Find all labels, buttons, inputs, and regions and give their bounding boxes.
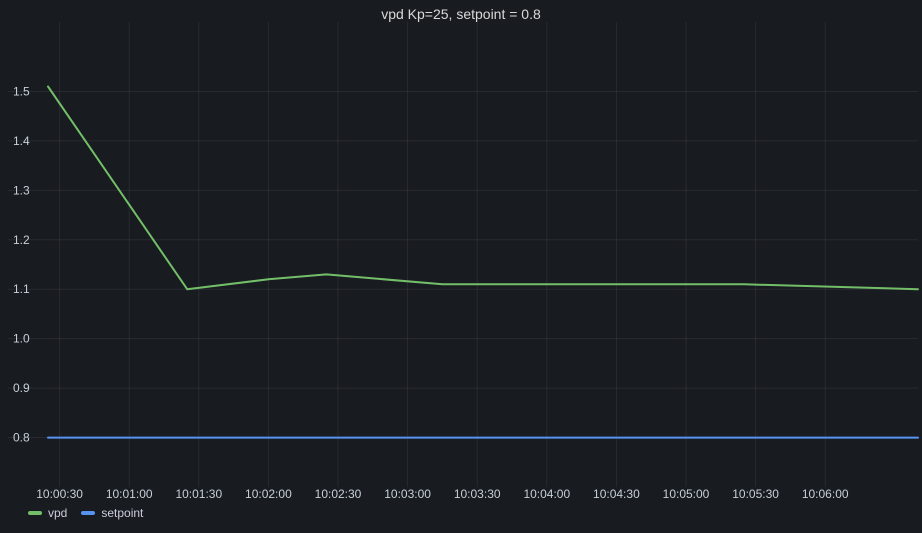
y-tick-label: 1.5 (13, 84, 30, 98)
chart-panel: vpd Kp=25, setpoint = 0.8 0.8 0.9 1.0 1.1 1.… (0, 0, 922, 533)
series-lines (47, 85, 919, 439)
x-tick-label: 10:04:00 (523, 487, 570, 501)
legend-label-vpd: vpd (48, 506, 68, 520)
x-tick-label: 10:05:30 (732, 487, 779, 501)
y-tick-label: 1.1 (13, 282, 30, 296)
x-tick-label: 10:04:30 (593, 487, 640, 501)
x-tick-label: 10:05:00 (663, 487, 710, 501)
y-tick-label: 1.3 (13, 183, 30, 197)
x-tick-label: 10:01:30 (175, 487, 222, 501)
grid (8, 22, 918, 487)
y-axis-ticks: 0.8 0.9 1.0 1.1 1.2 1.3 1.4 1.5 (13, 84, 30, 444)
legend-item-vpd[interactable]: vpd (28, 506, 67, 520)
y-tick-label: 1.4 (13, 134, 30, 148)
series-line-vpd (47, 85, 919, 291)
x-tick-label: 10:00:30 (36, 487, 83, 501)
line-chart: 0.8 0.9 1.0 1.1 1.2 1.3 1.4 1.5 10:00:30 10:01:0… (8, 22, 919, 501)
legend-label-setpoint: setpoint (101, 506, 144, 520)
legend: vpd setpoint (28, 506, 143, 520)
x-tick-label: 10:03:00 (384, 487, 431, 501)
x-tick-label: 10:06:00 (802, 487, 849, 501)
legend-swatch-vpd (28, 511, 42, 515)
legend-item-setpoint[interactable]: setpoint (81, 506, 143, 520)
y-tick-label: 1.2 (13, 233, 30, 247)
x-tick-label: 10:01:00 (106, 487, 153, 501)
x-tick-label: 10:03:30 (454, 487, 501, 501)
y-tick-label: 0.9 (13, 381, 30, 395)
legend-swatch-setpoint (81, 511, 96, 515)
y-tick-label: 0.8 (13, 431, 30, 445)
x-axis-ticks: 10:00:30 10:01:00 10:01:30 10:02:00 10:02:30… (36, 487, 849, 501)
y-tick-label: 1.0 (13, 332, 30, 346)
x-tick-label: 10:02:00 (245, 487, 292, 501)
x-tick-label: 10:02:30 (315, 487, 362, 501)
